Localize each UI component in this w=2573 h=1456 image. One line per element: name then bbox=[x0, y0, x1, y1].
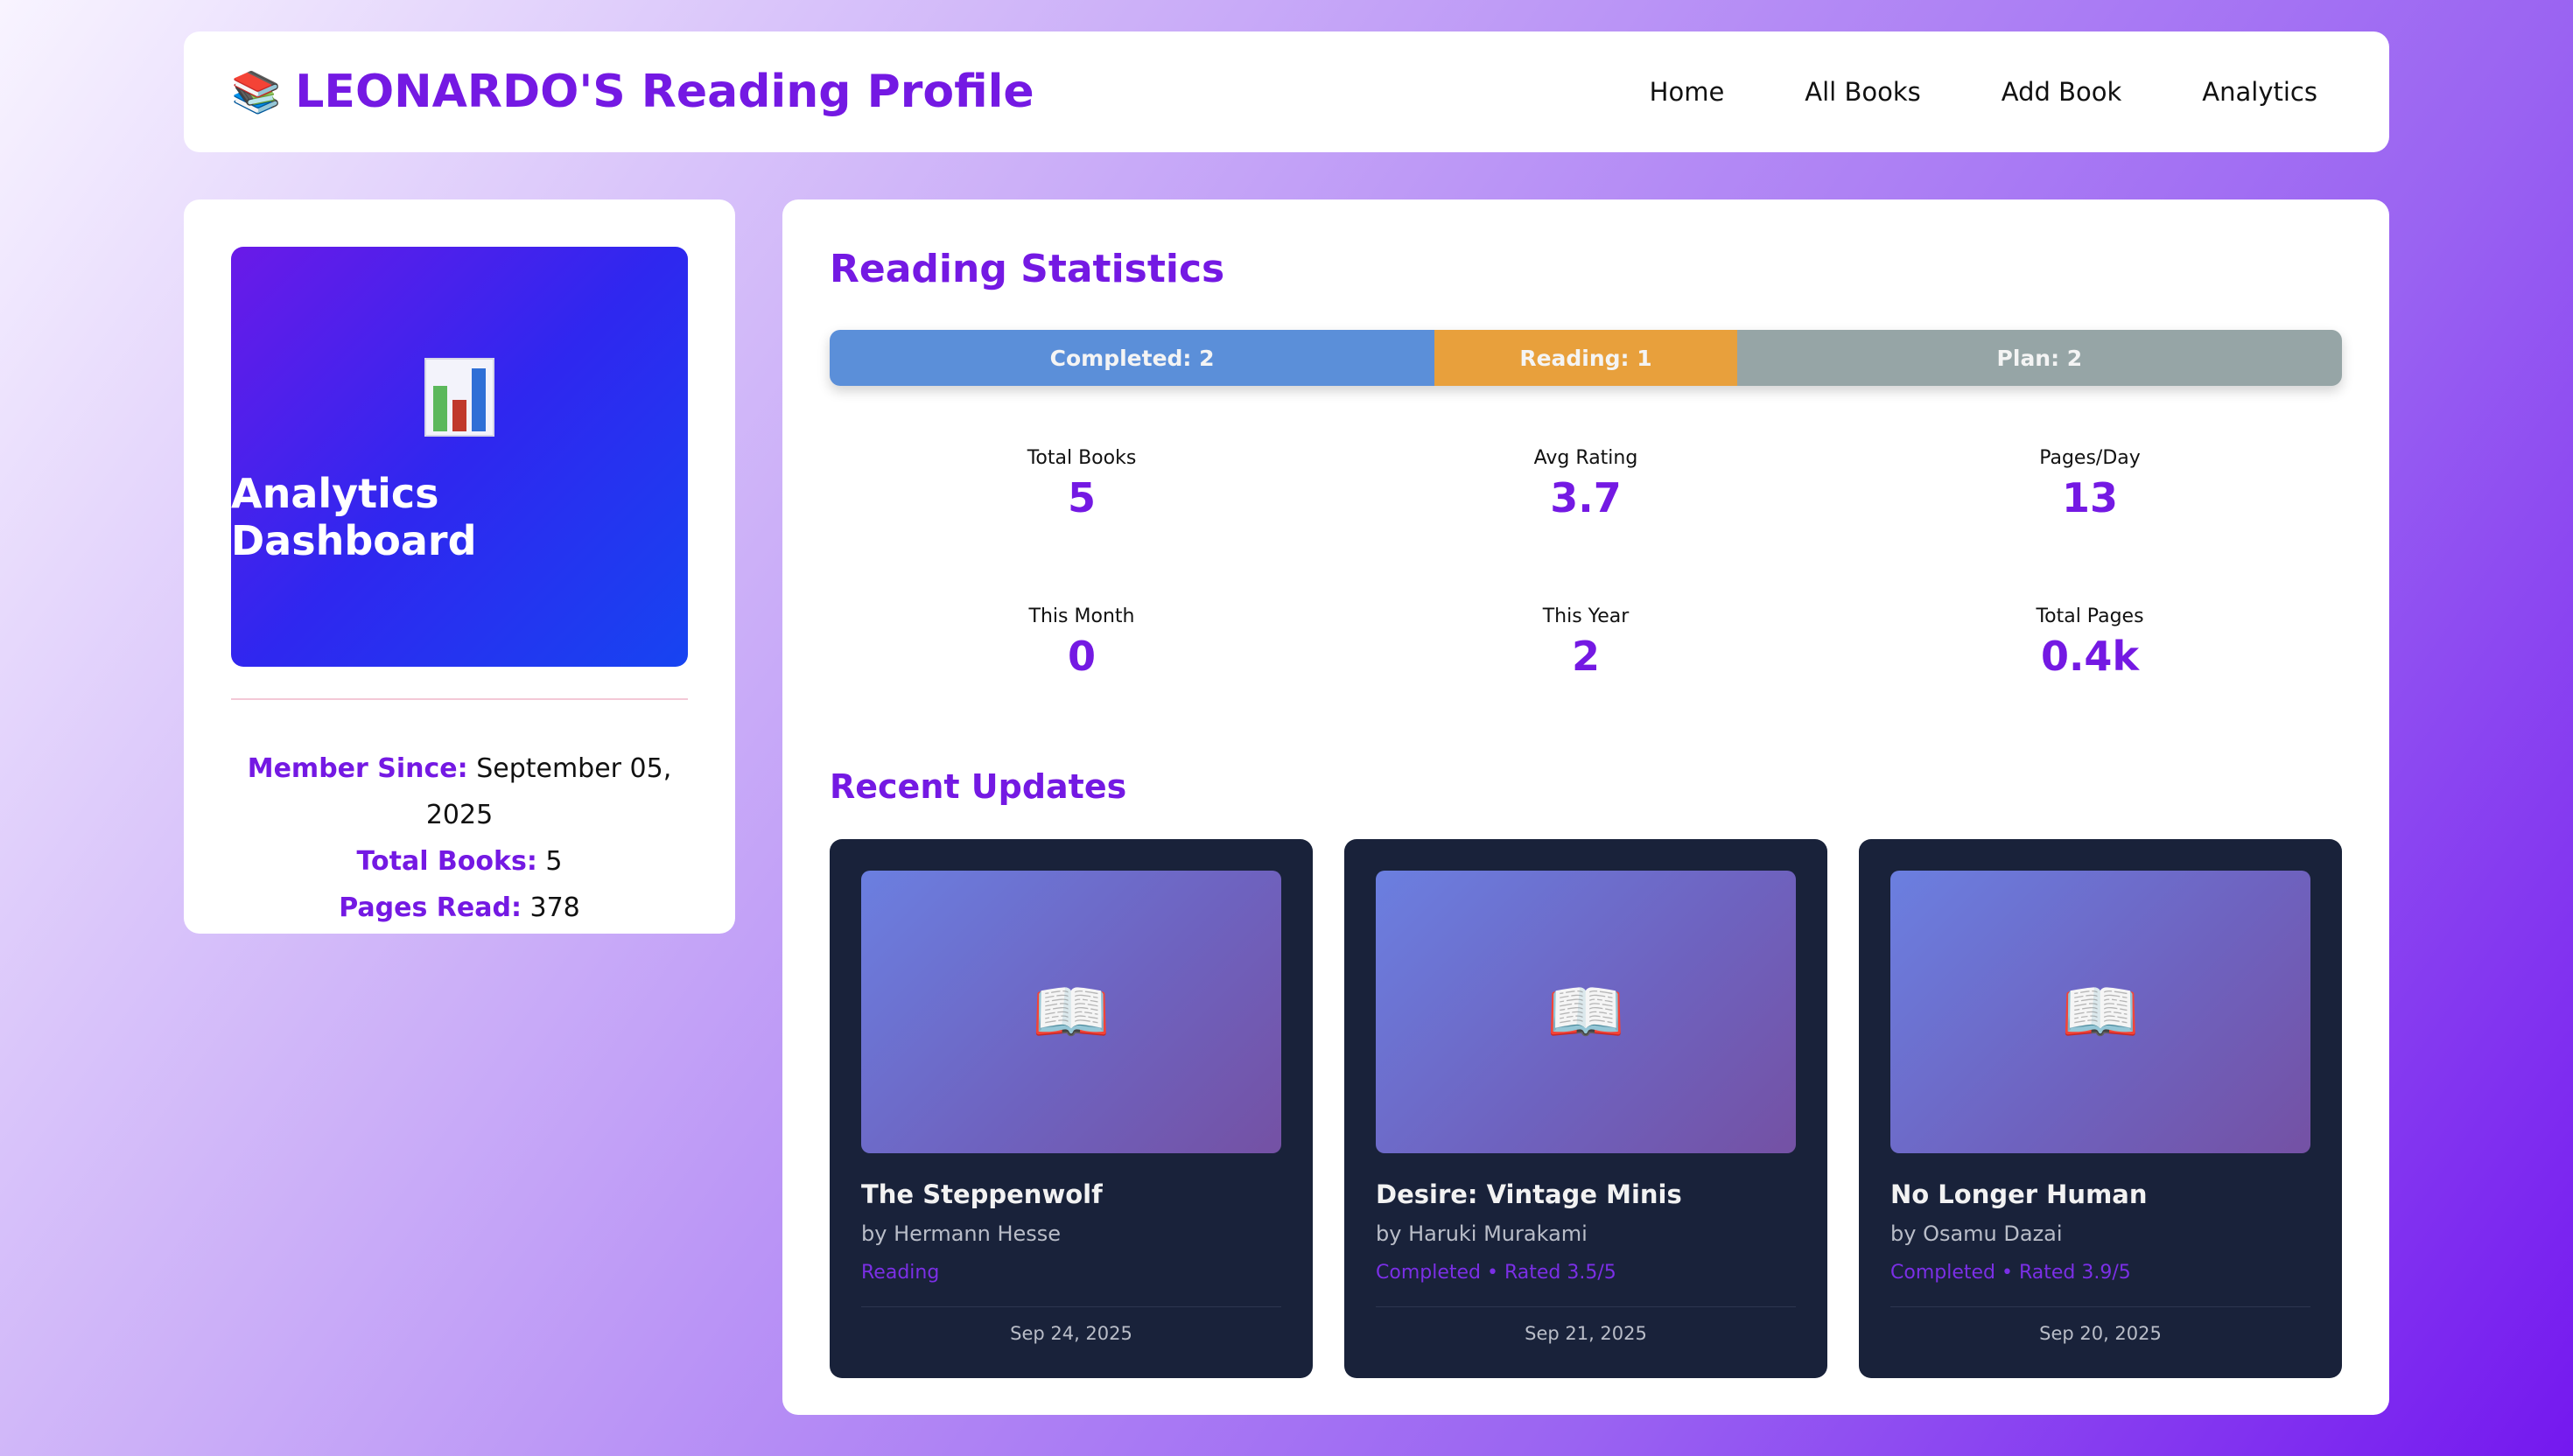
hero-title: Analytics Dashboard bbox=[231, 470, 477, 564]
pages-read-row: Pages Read: 378 bbox=[339, 892, 580, 923]
book-date: Sep 20, 2025 bbox=[1890, 1306, 2310, 1344]
open-book-icon: 📖 bbox=[1032, 975, 1111, 1048]
brand: 📚 LEONARDO'S Reading Profile bbox=[231, 66, 1034, 118]
book-cover: 📖 bbox=[1890, 871, 2310, 1153]
stat-this-month: This Month 0 bbox=[1028, 606, 1135, 680]
status-segment-plan: Plan: 2 bbox=[1736, 330, 2342, 386]
top-header: 📚 LEONARDO'S Reading Profile Home All Bo… bbox=[184, 32, 2389, 152]
stat-pages-per-day: Pages/Day 13 bbox=[2039, 447, 2141, 522]
book-date: Sep 24, 2025 bbox=[861, 1306, 1281, 1344]
member-since-row: Member Since: September 05, 2025 bbox=[247, 753, 672, 830]
stat-total-pages: Total Pages 0.4k bbox=[2036, 606, 2144, 680]
book-date: Sep 21, 2025 bbox=[1376, 1306, 1796, 1344]
book-title: No Longer Human bbox=[1890, 1180, 2148, 1209]
book-status: Completed • Rated 3.9/5 bbox=[1890, 1262, 2131, 1284]
stats-heading: Reading Statistics bbox=[830, 247, 1225, 291]
nav-add-book-link[interactable]: Add Book bbox=[2002, 77, 2122, 107]
pages-read-value: 378 bbox=[529, 892, 580, 923]
book-cover: 📖 bbox=[861, 871, 1281, 1153]
open-book-icon: 📖 bbox=[2061, 975, 2140, 1048]
total-books-value: 5 bbox=[545, 846, 563, 877]
stats-grid: Total Books 5 Avg Rating 3.7 Pages/Day 13 T… bbox=[830, 447, 2342, 680]
book-status: Completed • Rated 3.5/5 bbox=[1376, 1262, 1616, 1284]
nav-all-books-link[interactable]: All Books bbox=[1805, 77, 1920, 107]
book-title: The Steppenwolf bbox=[861, 1180, 1103, 1209]
divider bbox=[231, 698, 688, 700]
stat-total-books: Total Books 5 bbox=[1027, 447, 1137, 522]
main-panel: Reading Statistics Completed: 2 Reading:… bbox=[782, 200, 2389, 1415]
book-card[interactable]: 📖 Desire: Vintage Minis by Haruki Muraka… bbox=[1344, 839, 1827, 1378]
total-books-row: Total Books: 5 bbox=[356, 846, 563, 877]
status-segment-completed: Completed: 2 bbox=[830, 330, 1435, 386]
stat-this-year: This Year 2 bbox=[1542, 606, 1630, 680]
book-title: Desire: Vintage Minis bbox=[1376, 1180, 1682, 1209]
recent-cards: 📖 The Steppenwolf by Hermann Hesse Readi… bbox=[830, 839, 2342, 1378]
book-status: Reading bbox=[861, 1262, 940, 1284]
book-author: by Haruki Murakami bbox=[1376, 1222, 1588, 1246]
profile-card: Analytics Dashboard Member Since: Septem… bbox=[184, 200, 735, 934]
nav-home-link[interactable]: Home bbox=[1650, 77, 1725, 107]
recent-heading: Recent Updates bbox=[830, 767, 1127, 806]
book-author: by Osamu Dazai bbox=[1890, 1222, 2063, 1246]
site-title: LEONARDO'S Reading Profile bbox=[295, 66, 1034, 118]
book-author: by Hermann Hesse bbox=[861, 1222, 1062, 1246]
book-cover: 📖 bbox=[1376, 871, 1796, 1153]
nav-analytics-link[interactable]: Analytics bbox=[2202, 77, 2317, 107]
book-card[interactable]: 📖 No Longer Human by Osamu Dazai Complet… bbox=[1859, 839, 2342, 1378]
stat-avg-rating: Avg Rating 3.7 bbox=[1533, 447, 1638, 522]
book-card[interactable]: 📖 The Steppenwolf by Hermann Hesse Readi… bbox=[830, 839, 1313, 1378]
bar-chart-icon bbox=[424, 358, 494, 437]
main-nav: Home All Books Add Book Analytics bbox=[1650, 77, 2317, 107]
status-segment-reading: Reading: 1 bbox=[1434, 330, 1737, 386]
books-icon: 📚 bbox=[231, 67, 282, 116]
status-distribution-bar: Completed: 2 Reading: 1 Plan: 2 bbox=[830, 330, 2342, 386]
profile-info: Member Since: September 05, 2025 Total B… bbox=[231, 746, 688, 931]
open-book-icon: 📖 bbox=[1546, 975, 1625, 1048]
analytics-hero: Analytics Dashboard bbox=[231, 247, 688, 667]
